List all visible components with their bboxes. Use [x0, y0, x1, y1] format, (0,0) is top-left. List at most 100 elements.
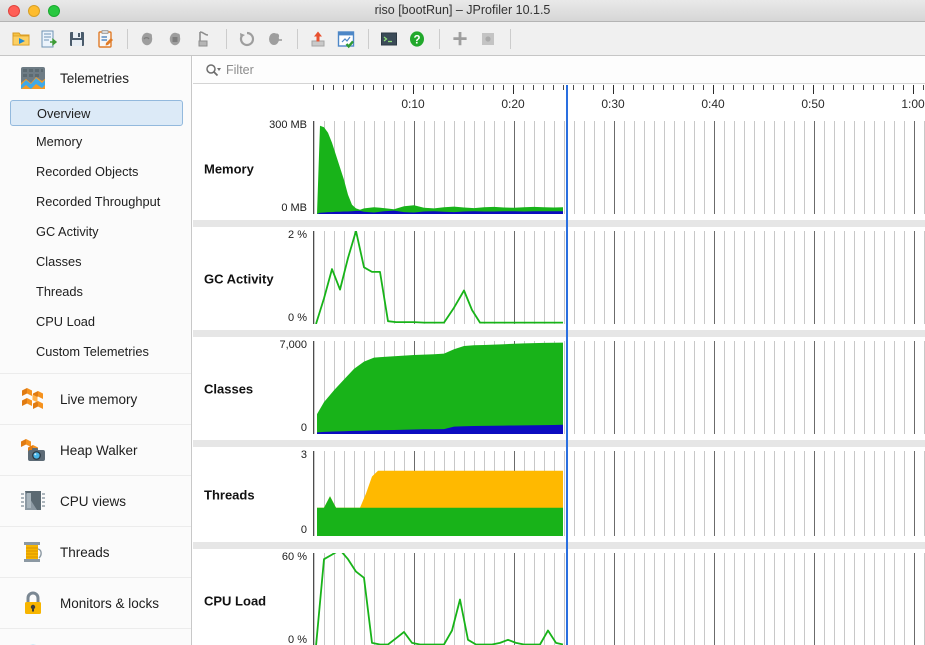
stop-recordings-icon[interactable] — [163, 26, 189, 52]
view-settings-icon[interactable] — [333, 26, 359, 52]
sidebar-item-label: Recorded Objects — [36, 163, 139, 179]
axis-tick-minor — [783, 85, 784, 90]
chart-plot-area[interactable] — [314, 231, 925, 324]
axis-tick-minor — [923, 85, 924, 90]
chart-plot-area[interactable] — [314, 341, 925, 434]
add-bookmark-icon[interactable] — [191, 26, 217, 52]
y-axis-min-label: 0 — [300, 524, 307, 536]
sidebar-item-overview[interactable]: Overview — [10, 100, 183, 126]
axis-tick-minor — [473, 85, 474, 90]
axis-tick-minor — [653, 85, 654, 90]
axis-tick-minor — [833, 85, 834, 90]
sidebar-group-cpu-views[interactable]: CPU views — [0, 476, 191, 526]
content-pane: Filter 0:10 0:20 0:30 0:40 0:50 1:00 Memory 30… — [193, 56, 925, 645]
chart-title: Memory — [204, 161, 254, 176]
chart-plot-area[interactable] — [314, 121, 925, 214]
axis-label: 1:00 — [901, 97, 925, 111]
open-snapshot-icon[interactable] — [8, 26, 34, 52]
help-icon[interactable]: ? — [404, 26, 430, 52]
sidebar-item-label: Recorded Throughput — [36, 193, 161, 209]
filter-bar[interactable]: Filter — [193, 56, 925, 84]
sidebar-group-heap-walker[interactable]: Heap Walker — [0, 425, 191, 475]
toolbar-separator — [127, 28, 128, 49]
sidebar-group-label: Heap Walker — [60, 442, 138, 458]
sidebar-group-monitors-locks[interactable]: Monitors & locks — [0, 578, 191, 628]
sidebar-item-label: Overview — [37, 105, 91, 121]
axis-tick-minor — [733, 85, 734, 90]
add-telemetry-icon[interactable] — [447, 26, 473, 52]
filter-input[interactable]: Filter — [226, 63, 254, 77]
start-recordings-icon[interactable] — [135, 26, 161, 52]
chart-row-gc-activity: GC Activity 2 % 0 % — [193, 227, 925, 330]
axis-tick-minor — [573, 85, 574, 90]
chart-title: Classes — [204, 381, 254, 396]
sidebar-item-threads[interactable]: Threads — [0, 276, 191, 306]
sidebar-item-custom-telemetries[interactable]: Custom Telemetries — [0, 336, 191, 366]
sidebar-group-label: Telemetries — [60, 70, 130, 86]
time-cursor-line[interactable] — [566, 85, 568, 645]
chart-plot-area[interactable] — [314, 451, 925, 536]
edit-session-icon[interactable] — [92, 26, 118, 52]
axis-tick-minor — [483, 85, 484, 90]
sidebar-item-label: Classes — [36, 253, 82, 269]
chart-row-separator — [193, 330, 925, 337]
axis-tick-minor — [853, 85, 854, 90]
sidebar-group-live-memory[interactable]: Live memory — [0, 374, 191, 424]
sidebar-item-label: Threads — [36, 283, 83, 299]
main-toolbar: ? — [0, 22, 925, 56]
axis-tick-minor — [893, 85, 894, 90]
axis-tick-minor — [533, 85, 534, 90]
sidebar-item-gc-activity[interactable]: GC Activity — [0, 216, 191, 246]
sidebar-group-databases[interactable] — [0, 629, 191, 645]
axis-tick-minor — [353, 85, 354, 90]
axis-tick-minor — [553, 85, 554, 90]
chart-row-memory: Memory 300 MB 0 MB — [193, 117, 925, 220]
sidebar-group-label: Threads — [60, 544, 110, 560]
axis-tick-minor — [583, 85, 584, 90]
sidebar-group-telemetries[interactable]: Telemetries — [0, 56, 191, 100]
export-snapshot-icon[interactable] — [36, 26, 62, 52]
axis-tick-minor — [743, 85, 744, 90]
axis-label: 0:40 — [701, 97, 725, 111]
telemetry-charts: 0:10 0:20 0:30 0:40 0:50 1:00 Memory 300 MB 0 M… — [193, 85, 925, 645]
export-view-icon[interactable] — [305, 26, 331, 52]
sidebar-item-recorded-objects[interactable]: Recorded Objects — [0, 156, 191, 186]
chart-rows-host: Memory 300 MB 0 MB GC Activity 2 % 0 % Classes… — [193, 117, 925, 645]
sidebar-item-memory[interactable]: Memory — [0, 126, 191, 156]
y-axis-max-label: 3 — [300, 449, 307, 461]
sidebar-group-threads[interactable]: Threads — [0, 527, 191, 577]
title-bar: riso [bootRun] – JProfiler 10.1.5 — [0, 0, 925, 22]
y-axis-min-label: 0 % — [288, 312, 307, 324]
save-snapshot-icon[interactable] — [64, 26, 90, 52]
sidebar-item-recorded-throughput[interactable]: Recorded Throughput — [0, 186, 191, 216]
axis-tick-minor — [773, 85, 774, 90]
axis-label: 0:30 — [601, 97, 625, 111]
axis-tick-minor — [383, 85, 384, 90]
axis-tick-minor — [313, 85, 314, 90]
sidebar-item-label: CPU Load — [36, 313, 96, 329]
axis-tick-minor — [563, 85, 564, 90]
sidebar-item-classes[interactable]: Classes — [0, 246, 191, 276]
console-icon[interactable] — [376, 26, 402, 52]
axis-tick-minor — [693, 85, 694, 90]
chart-plot-area[interactable] — [314, 553, 925, 645]
axis-tick-minor — [363, 85, 364, 90]
y-axis-max-label: 60 % — [281, 551, 307, 563]
axis-label: 0:50 — [801, 97, 825, 111]
axis-tick-minor — [493, 85, 494, 90]
run-gc-icon[interactable] — [234, 26, 260, 52]
mark-current-icon[interactable] — [262, 26, 288, 52]
cpu-views-icon — [18, 486, 48, 516]
axis-tick-minor — [623, 85, 624, 90]
chart-row-separator — [193, 542, 925, 549]
axis-tick-minor — [803, 85, 804, 90]
remove-telemetry-icon[interactable] — [475, 26, 501, 52]
axis-tick-minor — [753, 85, 754, 90]
y-axis-max-label: 7,000 — [279, 339, 307, 351]
threads-icon — [18, 537, 48, 567]
axis-tick-minor — [593, 85, 594, 90]
sidebar-item-cpu-load[interactable]: CPU Load — [0, 306, 191, 336]
axis-tick-major — [613, 85, 614, 94]
y-axis-max-label: 2 % — [288, 229, 307, 241]
axis-tick-minor — [633, 85, 634, 90]
